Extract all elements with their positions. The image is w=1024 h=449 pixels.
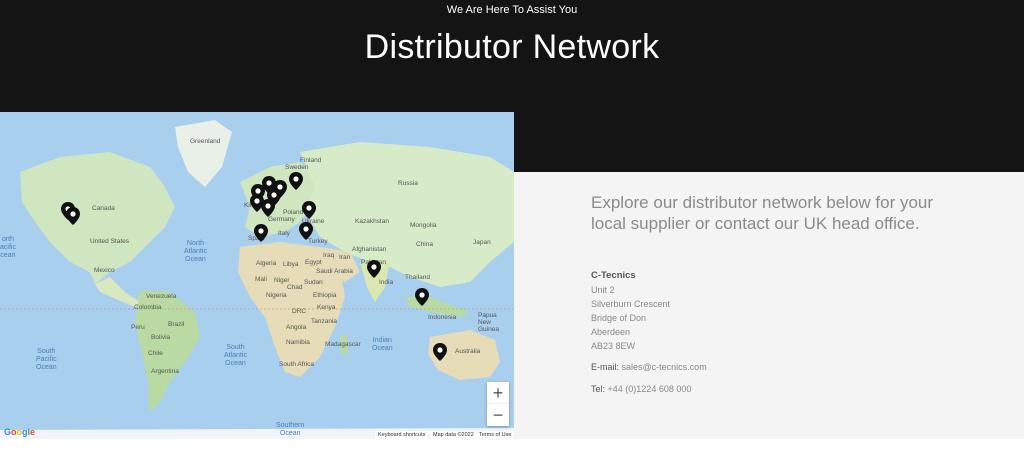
address-line: AB23 8EW [591, 341, 636, 351]
map-label-libya: Libya [283, 261, 299, 268]
map-label-algeria: Algeria [256, 260, 277, 267]
map-label-australia: Australia [455, 348, 481, 355]
tel-label: Tel: [591, 384, 606, 394]
hero-subtitle: We Are Here To Assist You [446, 4, 578, 16]
ocean-label-north-atlantic: North Atlantic Ocean [184, 240, 207, 263]
tel-row: Tel: +44 (0)1224 608 000 [591, 384, 691, 394]
map-label-papua: Papua New Guinea [478, 312, 499, 333]
map-label-saudi-arabia: Saudi Arabia [316, 268, 353, 275]
map-label-madagascar: Madagascar [325, 341, 361, 348]
map-label-argentina: Argentina [151, 368, 179, 375]
map-label-afghanistan: Afghanistan [352, 246, 387, 253]
map-label-drc: DRC [292, 308, 307, 315]
email-row: E-mail: sales@c-tecnics.com [591, 362, 707, 372]
email-link[interactable]: sales@c-tecnics.com [622, 362, 707, 372]
map-pin-icon[interactable] [261, 199, 275, 217]
map-label-canada: Canada [92, 205, 115, 212]
company-name: C-Tecnics [591, 270, 636, 281]
email-label: E-mail: [591, 362, 620, 372]
map-label-iraq: Iraq [323, 252, 335, 259]
map-data-attribution: Map data ©2022 [430, 431, 477, 439]
intro-text: Explore our distributor network below fo… [591, 193, 934, 233]
ocean-label-south-pacific: South Pacific Ocean [36, 348, 57, 371]
map-label-mexico: Mexico [94, 267, 115, 274]
map-pin-icon[interactable] [66, 207, 80, 225]
map-label-sweden: Sweden [285, 164, 309, 171]
map-label-venezuela: Venezuela [146, 293, 177, 300]
map-label-thailand: Thailand [405, 274, 430, 281]
map-label-china: China [416, 241, 433, 248]
zoom-out-button[interactable]: − [487, 404, 509, 426]
map-label-russia: Russia [398, 180, 418, 187]
map-label-india: India [379, 279, 394, 286]
map-label-chile: Chile [148, 350, 163, 357]
ocean-label-north-pacific: orth acific cean [0, 236, 16, 259]
google-logo: Google [4, 427, 36, 437]
address-line: Unit 2 [591, 285, 615, 295]
map-label-germany: Germany [268, 216, 295, 223]
map-label-egypt: Egypt [305, 259, 322, 266]
map-pin-icon[interactable] [302, 201, 316, 219]
address-line: Silverburn Crescent [591, 299, 671, 309]
map-pin-icon[interactable] [299, 222, 313, 240]
map-label-mali: Mali [255, 276, 267, 283]
address-line: Bridge of Don [591, 313, 647, 323]
map-label-ethiopia: Ethiopia [313, 292, 337, 299]
map-label-italy: Italy [278, 230, 290, 237]
map-label-sudan: Sudan [304, 279, 323, 286]
map-label-brazil: Brazil [168, 321, 185, 328]
tel-link[interactable]: +44 (0)1224 608 000 [608, 384, 692, 394]
map-label-south-africa: South Africa [279, 361, 315, 368]
map-label-japan: Japan [473, 239, 491, 246]
map-pin-icon[interactable] [289, 172, 303, 190]
map-label-peru: Peru [131, 324, 145, 331]
map-label-bolivia: Bolivia [151, 334, 171, 341]
map-label-chad: Chad [287, 284, 303, 291]
map-pin-icon[interactable] [433, 343, 447, 361]
map-label-kazakhstan: Kazakhstan [355, 218, 389, 225]
map-label-kenya: Kenya [317, 304, 336, 311]
map-pin-icon[interactable] [415, 288, 429, 306]
map-label-indonesia: Indonesia [428, 314, 457, 321]
map-label-poland: Poland [283, 209, 304, 216]
map-label-finland: Finland [300, 157, 322, 164]
keyboard-shortcuts-link[interactable]: Keyboard shortcuts [375, 431, 429, 439]
map-label-united-states: United States [90, 238, 130, 245]
map-label-namibia: Namibia [286, 339, 310, 346]
map-label-angola: Angola [286, 324, 307, 331]
zoom-in-button[interactable]: + [487, 382, 509, 404]
ocean-label-south-atlantic: South Atlantic Ocean [224, 344, 247, 367]
address-line: Aberdeen [591, 327, 631, 337]
terms-of-use-link[interactable]: Terms of Use [476, 431, 514, 439]
distributor-map[interactable]: Greenland Canada United States Mexico Ve… [0, 112, 514, 439]
contact-panel: Explore our distributor network below fo… [514, 172, 1024, 439]
map-pin-icon[interactable] [254, 224, 268, 242]
map-pin-icon[interactable] [367, 260, 381, 278]
ocean-label-indian: Indian Ocean [372, 337, 393, 352]
map-label-mongolia: Mongolia [410, 222, 437, 229]
map-label-iran: Iran [339, 254, 351, 261]
map-label-tanzania: Tanzania [311, 318, 338, 325]
map-label-greenland: Greenland [190, 138, 221, 145]
map-label-colombia: Colombia [134, 304, 162, 311]
page-title: Distributor Network [364, 28, 660, 66]
map-label-niger: Niger [274, 277, 290, 284]
map-label-nigeria: Nigeria [266, 292, 287, 299]
ocean-label-southern: Southern Ocean [276, 422, 305, 437]
